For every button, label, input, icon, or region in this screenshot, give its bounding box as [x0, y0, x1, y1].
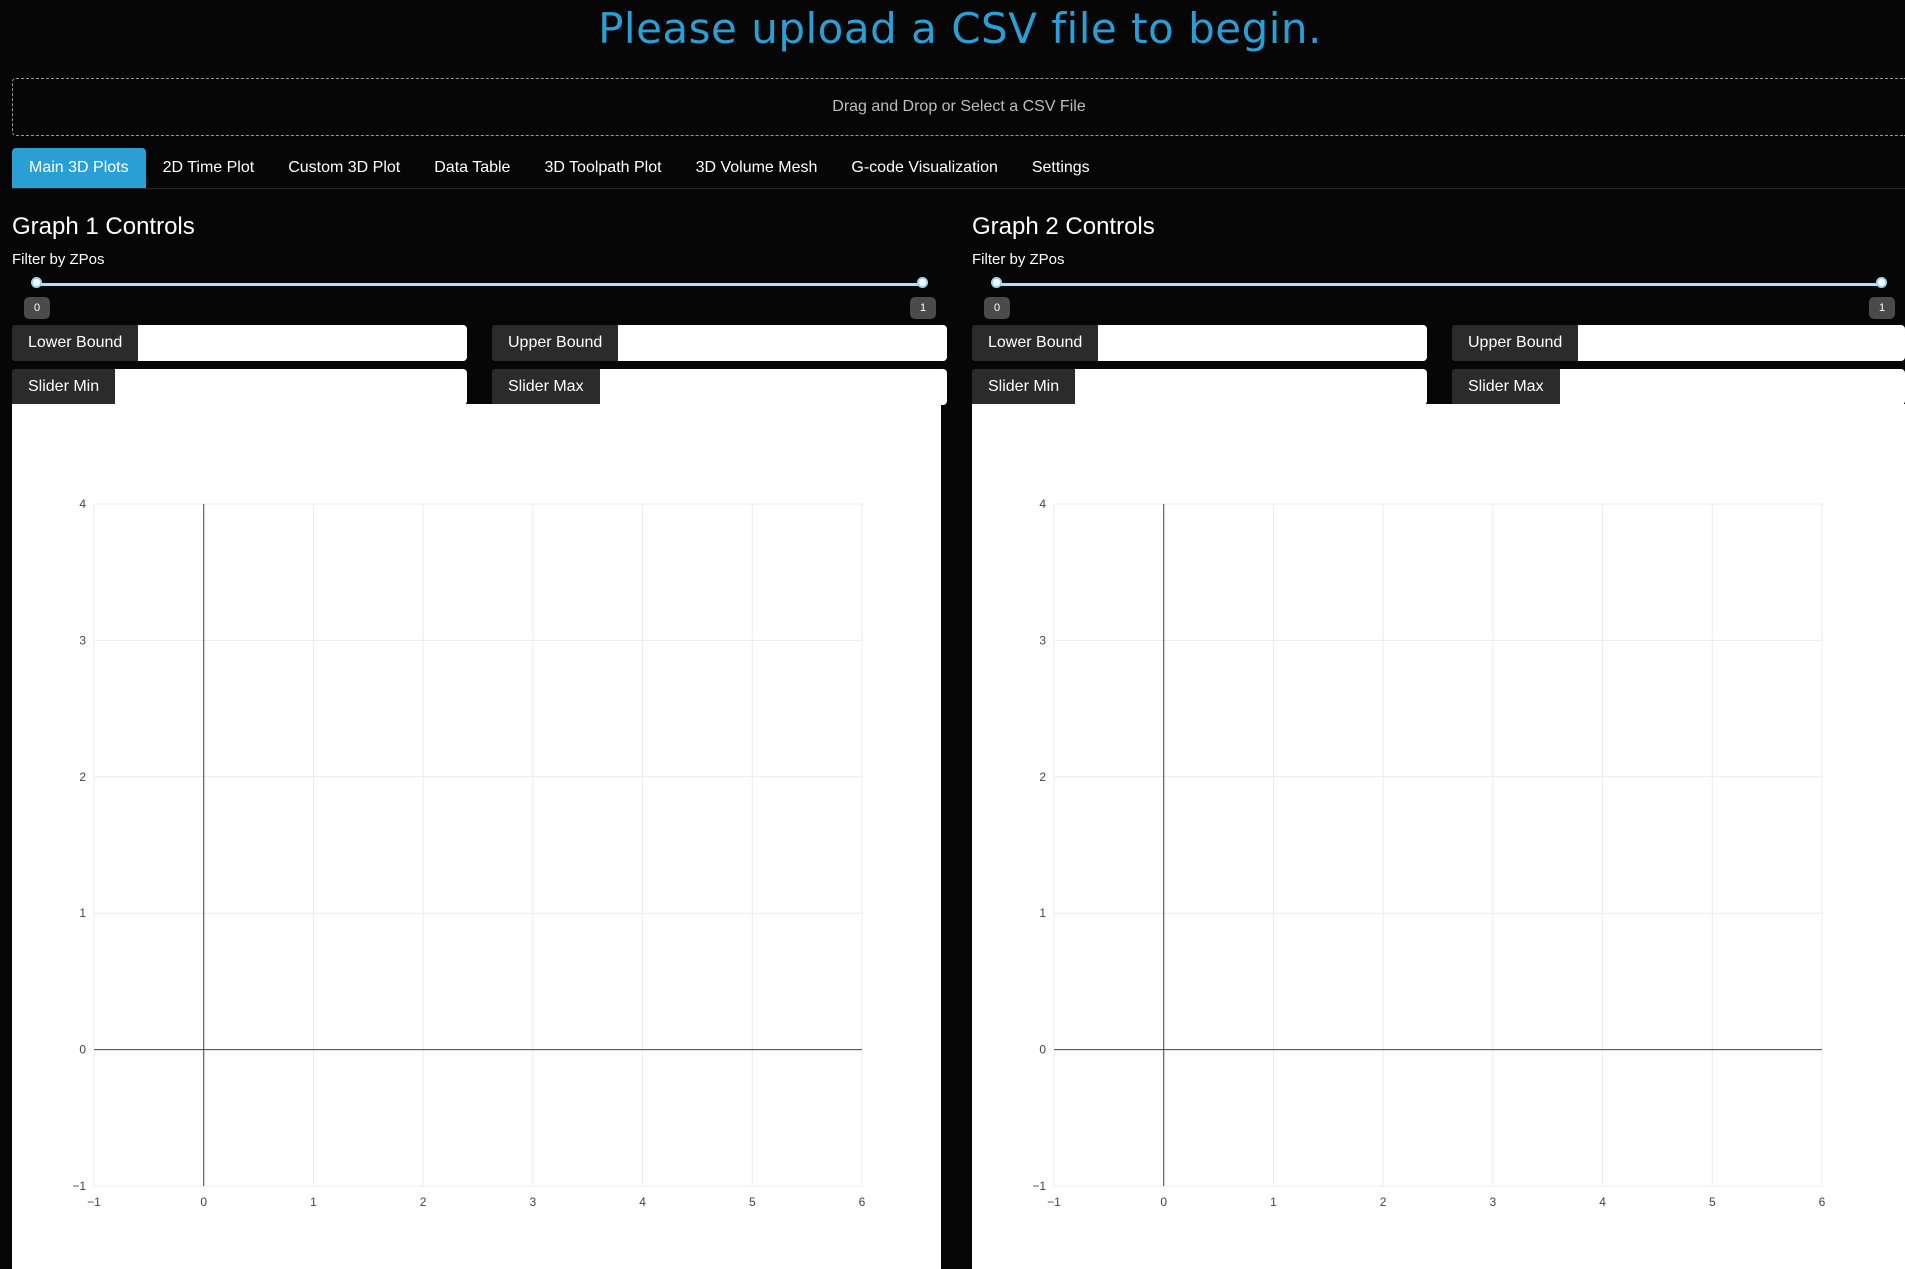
g1-x-tick-label: 4	[639, 1195, 646, 1209]
graph-2-zpos-slider-max-handle[interactable]	[1876, 277, 1887, 288]
g1-x-tick-label: 3	[530, 1195, 537, 1209]
graph-2-slider-min-input[interactable]	[1075, 369, 1427, 405]
graph-2-slider-max-tooltip: 1	[1869, 297, 1895, 319]
graph-1-slider-min-label: Slider Min	[12, 369, 116, 405]
csv-upload-dropzone[interactable]: Drag and Drop or Select a CSV File	[12, 78, 1905, 136]
graph-1-lower-bound-input[interactable]	[138, 325, 467, 361]
g1-y-tick-label: 1	[79, 906, 86, 920]
graph-2-upper-bound-group: Upper Bound	[1452, 325, 1905, 361]
graph-1-upper-bound-label: Upper Bound	[492, 325, 619, 361]
graph-2-lower-bound-input[interactable]	[1098, 325, 1427, 361]
g2-y-tick-label: 4	[1039, 497, 1046, 511]
g2-y-tick-label: −1	[1032, 1179, 1046, 1193]
graph-2-lower-bound-label: Lower Bound	[972, 325, 1099, 361]
graph-1-slider-max-label: Slider Max	[492, 369, 600, 405]
g2-x-tick-label: 2	[1380, 1195, 1387, 1209]
g2-y-tick-label: 0	[1039, 1043, 1046, 1057]
graph-2-chart: −1 0 1 2 3 4 5 6 −1 0 1 2 3 4	[1032, 497, 1826, 1209]
graph-1-upper-bound-input[interactable]	[618, 325, 947, 361]
graph-2-lower-bound-group: Lower Bound	[972, 325, 1427, 361]
graph-2-slider-max-input[interactable]	[1559, 369, 1905, 405]
graph-1-slider-min-input[interactable]	[115, 369, 467, 405]
g2-y-tick-label: 3	[1039, 633, 1046, 647]
graph-1-lower-bound-group: Lower Bound	[12, 325, 467, 361]
graph-1-chart: −1 0 1 2 3 4 5 6 −1 0 1 2 3 4	[72, 497, 866, 1209]
g1-y-tick-label: 3	[79, 633, 86, 647]
page-title: Please upload a CSV file to begin.	[598, 4, 1322, 53]
g2-x-tick-label: 0	[1160, 1195, 1167, 1209]
graph-1-zpos-slider-max-handle[interactable]	[917, 277, 928, 288]
tab-main-3d-plots[interactable]: Main 3D Plots	[12, 148, 146, 188]
graph-2-slider-max-label: Slider Max	[1452, 369, 1560, 405]
graph-2-zpos-slider-track[interactable]	[997, 283, 1883, 286]
g1-x-tick-label: 5	[749, 1195, 756, 1209]
tab-data-table[interactable]: Data Table	[417, 148, 527, 188]
g2-x-tick-label: 6	[1819, 1195, 1826, 1209]
g2-x-tick-label: −1	[1047, 1195, 1061, 1209]
g1-x-tick-label: 2	[420, 1195, 427, 1209]
g1-x-tick-label: 1	[310, 1195, 317, 1209]
graph-1-upper-bound-group: Upper Bound	[492, 325, 947, 361]
graph-1-slider-min-group: Slider Min	[12, 369, 467, 405]
graph-2-filter-label: Filter by ZPos	[972, 251, 1065, 268]
tab-bar: Main 3D Plots 2D Time Plot Custom 3D Plo…	[12, 148, 1905, 189]
graph-1-zpos-slider-min-handle[interactable]	[31, 277, 42, 288]
graph-1-plot-area[interactable]: −1 0 1 2 3 4 5 6 −1 0 1 2 3 4	[12, 404, 941, 1269]
g1-y-tick-label: 2	[79, 770, 86, 784]
graph-2-slider-min-group: Slider Min	[972, 369, 1427, 405]
tab-3d-volume-mesh[interactable]: 3D Volume Mesh	[679, 148, 835, 188]
tab-3d-toolpath-plot[interactable]: 3D Toolpath Plot	[527, 148, 678, 188]
g2-x-tick-label: 1	[1270, 1195, 1277, 1209]
g1-y-tick-label: −1	[72, 1179, 86, 1193]
graph-1-filter-label: Filter by ZPos	[12, 251, 105, 268]
g2-x-tick-label: 4	[1599, 1195, 1606, 1209]
tab-settings[interactable]: Settings	[1015, 148, 1107, 188]
g1-y-tick-label: 0	[79, 1043, 86, 1057]
tab-2d-time-plot[interactable]: 2D Time Plot	[146, 148, 272, 188]
graph-1-slider-max-input[interactable]	[599, 369, 947, 405]
g1-x-tick-label: −1	[87, 1195, 101, 1209]
g2-y-tick-label: 2	[1039, 770, 1046, 784]
graph-1-zpos-slider-track[interactable]	[37, 283, 924, 286]
graph-2-controls-title: Graph 2 Controls	[972, 213, 1155, 240]
graph-2-slider-min-label: Slider Min	[972, 369, 1076, 405]
graph-1-slider-max-group: Slider Max	[492, 369, 947, 405]
g1-x-tick-label: 0	[200, 1195, 207, 1209]
g1-y-tick-label: 4	[79, 497, 86, 511]
graph-1-controls-title: Graph 1 Controls	[12, 213, 195, 240]
g1-x-tick-label: 6	[859, 1195, 866, 1209]
graph-2-plot-area[interactable]: −1 0 1 2 3 4 5 6 −1 0 1 2 3 4	[972, 404, 1905, 1269]
g2-x-tick-label: 5	[1709, 1195, 1716, 1209]
g2-x-tick-label: 3	[1490, 1195, 1497, 1209]
graph-2-upper-bound-label: Upper Bound	[1452, 325, 1579, 361]
graph-2-slider-max-group: Slider Max	[1452, 369, 1905, 405]
graph-2-zpos-slider-min-handle[interactable]	[991, 277, 1002, 288]
graph-1-slider-min-tooltip: 0	[24, 297, 50, 319]
tab-gcode-visualization[interactable]: G-code Visualization	[834, 148, 1014, 188]
tab-custom-3d-plot[interactable]: Custom 3D Plot	[271, 148, 417, 188]
graph-2-upper-bound-input[interactable]	[1578, 325, 1905, 361]
graph-1-lower-bound-label: Lower Bound	[12, 325, 139, 361]
graph-1-slider-max-tooltip: 1	[910, 297, 936, 319]
graph-2-slider-min-tooltip: 0	[984, 297, 1010, 319]
g2-y-tick-label: 1	[1039, 906, 1046, 920]
